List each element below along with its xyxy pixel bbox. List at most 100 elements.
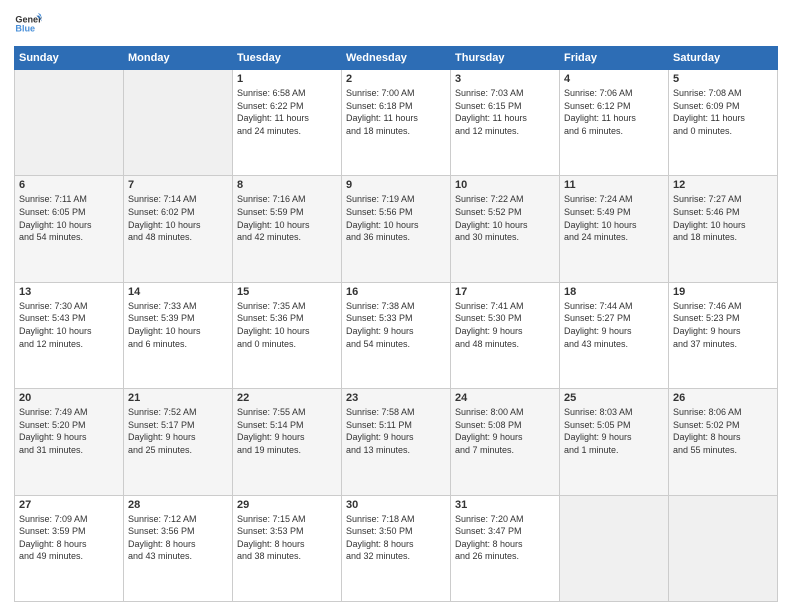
weekday-header-sunday: Sunday (15, 47, 124, 70)
day-number: 22 (237, 392, 337, 404)
day-info: Sunrise: 7:52 AM Sunset: 5:17 PM Dayligh… (128, 406, 228, 456)
day-number: 29 (237, 499, 337, 511)
day-number: 6 (19, 179, 119, 191)
day-cell: 15 Sunrise: 7:35 AM Sunset: 5:36 PM Dayli… (233, 282, 342, 388)
weekday-header-wednesday: Wednesday (342, 47, 451, 70)
day-info: Sunrise: 7:20 AM Sunset: 3:47 PM Dayligh… (455, 513, 555, 563)
weekday-header-row: SundayMondayTuesdayWednesdayThursdayFrid… (15, 47, 778, 70)
day-cell: 16Sunrise: 7:38 AM Sunset: 5:33 PM Dayli… (342, 282, 451, 388)
day-number: 12 (673, 179, 773, 191)
day-info: Sunrise: 7:06 AM Sunset: 6:12 PM Dayligh… (564, 87, 664, 137)
day-info: Sunrise: 7:12 AM Sunset: 3:56 PM Dayligh… (128, 513, 228, 563)
weekday-header-monday: Monday (124, 47, 233, 70)
day-number: 1 (237, 73, 337, 85)
day-info: Sunrise: 7:11 AM Sunset: 6:05 PM Dayligh… (19, 193, 119, 243)
day-cell: 24Sunrise: 8:00 AM Sunset: 5:08 PM Dayli… (451, 389, 560, 495)
day-info: Sunrise: 7:09 AM Sunset: 3:59 PM Dayligh… (19, 513, 119, 563)
day-number: 17 (455, 286, 555, 298)
day-cell: 19 Sunrise: 7:46 AM Sunset: 5:23 PM Dayli… (669, 282, 778, 388)
day-cell (669, 495, 778, 601)
logo-icon: General Blue (14, 10, 42, 38)
day-number: 4 (564, 73, 664, 85)
day-cell: 7Sunrise: 7:14 AM Sunset: 6:02 PM Daylig… (124, 176, 233, 282)
day-cell: 13 Sunrise: 7:30 AM Sunset: 5:43 PM Dayli… (15, 282, 124, 388)
day-info: Sunrise: 7:00 AM Sunset: 6:18 PM Dayligh… (346, 87, 446, 137)
day-number: 18 (564, 286, 664, 298)
day-cell: 27 Sunrise: 7:09 AM Sunset: 3:59 PM Dayli… (15, 495, 124, 601)
day-cell: 14 Sunrise: 7:33 AM Sunset: 5:39 PM Dayli… (124, 282, 233, 388)
svg-text:Blue: Blue (15, 24, 35, 34)
day-cell (560, 495, 669, 601)
page: General Blue SundayMondayTuesdayWednesda… (0, 0, 792, 612)
day-number: 25 (564, 392, 664, 404)
day-cell: 23Sunrise: 7:58 AM Sunset: 5:11 PM Dayli… (342, 389, 451, 495)
day-number: 28 (128, 499, 228, 511)
day-info: Sunrise: 7:46 AM Sunset: 5:23 PM Dayligh… (673, 300, 773, 350)
day-number: 31 (455, 499, 555, 511)
week-row-5: 27 Sunrise: 7:09 AM Sunset: 3:59 PM Dayli… (15, 495, 778, 601)
day-number: 19 (673, 286, 773, 298)
day-cell: 2 Sunrise: 7:00 AM Sunset: 6:18 PM Daylig… (342, 70, 451, 176)
day-info: Sunrise: 7:41 AM Sunset: 5:30 PM Dayligh… (455, 300, 555, 350)
day-cell: 1 Sunrise: 6:58 AM Sunset: 6:22 PM Daylig… (233, 70, 342, 176)
day-info: Sunrise: 7:49 AM Sunset: 5:20 PM Dayligh… (19, 406, 119, 456)
day-number: 11 (564, 179, 664, 191)
day-info: Sunrise: 7:35 AM Sunset: 5:36 PM Dayligh… (237, 300, 337, 350)
day-number: 27 (19, 499, 119, 511)
day-info: Sunrise: 7:58 AM Sunset: 5:11 PM Dayligh… (346, 406, 446, 456)
day-cell: 5Sunrise: 7:08 AM Sunset: 6:09 PM Daylig… (669, 70, 778, 176)
day-cell: 11 Sunrise: 7:24 AM Sunset: 5:49 PM Dayli… (560, 176, 669, 282)
day-info: Sunrise: 7:55 AM Sunset: 5:14 PM Dayligh… (237, 406, 337, 456)
day-number: 15 (237, 286, 337, 298)
calendar-table: SundayMondayTuesdayWednesdayThursdayFrid… (14, 46, 778, 602)
day-cell: 6 Sunrise: 7:11 AM Sunset: 6:05 PM Daylig… (15, 176, 124, 282)
day-info: Sunrise: 7:44 AM Sunset: 5:27 PM Dayligh… (564, 300, 664, 350)
day-info: Sunrise: 7:30 AM Sunset: 5:43 PM Dayligh… (19, 300, 119, 350)
day-cell: 21 Sunrise: 7:52 AM Sunset: 5:17 PM Dayli… (124, 389, 233, 495)
day-number: 2 (346, 73, 446, 85)
day-number: 21 (128, 392, 228, 404)
day-cell: 10 Sunrise: 7:22 AM Sunset: 5:52 PM Dayli… (451, 176, 560, 282)
day-info: Sunrise: 7:33 AM Sunset: 5:39 PM Dayligh… (128, 300, 228, 350)
day-cell (124, 70, 233, 176)
day-cell: 28 Sunrise: 7:12 AM Sunset: 3:56 PM Dayli… (124, 495, 233, 601)
day-info: Sunrise: 7:27 AM Sunset: 5:46 PM Dayligh… (673, 193, 773, 243)
day-number: 9 (346, 179, 446, 191)
day-number: 5 (673, 73, 773, 85)
day-info: Sunrise: 7:16 AM Sunset: 5:59 PM Dayligh… (237, 193, 337, 243)
day-cell: 30Sunrise: 7:18 AM Sunset: 3:50 PM Dayli… (342, 495, 451, 601)
day-number: 8 (237, 179, 337, 191)
day-info: Sunrise: 7:22 AM Sunset: 5:52 PM Dayligh… (455, 193, 555, 243)
day-cell: 22 Sunrise: 7:55 AM Sunset: 5:14 PM Dayli… (233, 389, 342, 495)
day-info: Sunrise: 7:19 AM Sunset: 5:56 PM Dayligh… (346, 193, 446, 243)
day-cell: 31 Sunrise: 7:20 AM Sunset: 3:47 PM Dayli… (451, 495, 560, 601)
day-number: 13 (19, 286, 119, 298)
day-cell: 26 Sunrise: 8:06 AM Sunset: 5:02 PM Dayli… (669, 389, 778, 495)
day-number: 26 (673, 392, 773, 404)
day-number: 14 (128, 286, 228, 298)
day-cell: 25 Sunrise: 8:03 AM Sunset: 5:05 PM Dayli… (560, 389, 669, 495)
header: General Blue (14, 10, 778, 38)
week-row-1: 1 Sunrise: 6:58 AM Sunset: 6:22 PM Daylig… (15, 70, 778, 176)
day-info: Sunrise: 7:15 AM Sunset: 3:53 PM Dayligh… (237, 513, 337, 563)
weekday-header-tuesday: Tuesday (233, 47, 342, 70)
week-row-4: 20 Sunrise: 7:49 AM Sunset: 5:20 PM Dayli… (15, 389, 778, 495)
day-number: 10 (455, 179, 555, 191)
day-cell: 8 Sunrise: 7:16 AM Sunset: 5:59 PM Daylig… (233, 176, 342, 282)
week-row-2: 6 Sunrise: 7:11 AM Sunset: 6:05 PM Daylig… (15, 176, 778, 282)
day-cell: 18 Sunrise: 7:44 AM Sunset: 5:27 PM Dayli… (560, 282, 669, 388)
day-info: Sunrise: 8:06 AM Sunset: 5:02 PM Dayligh… (673, 406, 773, 456)
day-info: Sunrise: 7:14 AM Sunset: 6:02 PM Dayligh… (128, 193, 228, 243)
day-cell: 9 Sunrise: 7:19 AM Sunset: 5:56 PM Daylig… (342, 176, 451, 282)
day-cell: 3 Sunrise: 7:03 AM Sunset: 6:15 PM Daylig… (451, 70, 560, 176)
weekday-header-thursday: Thursday (451, 47, 560, 70)
day-info: Sunrise: 7:03 AM Sunset: 6:15 PM Dayligh… (455, 87, 555, 137)
day-number: 3 (455, 73, 555, 85)
day-info: Sunrise: 7:24 AM Sunset: 5:49 PM Dayligh… (564, 193, 664, 243)
day-info: Sunrise: 8:00 AM Sunset: 5:08 PM Dayligh… (455, 406, 555, 456)
day-info: Sunrise: 6:58 AM Sunset: 6:22 PM Dayligh… (237, 87, 337, 137)
day-number: 20 (19, 392, 119, 404)
day-number: 16 (346, 286, 446, 298)
day-info: Sunrise: 7:18 AM Sunset: 3:50 PM Dayligh… (346, 513, 446, 563)
day-info: Sunrise: 8:03 AM Sunset: 5:05 PM Dayligh… (564, 406, 664, 456)
